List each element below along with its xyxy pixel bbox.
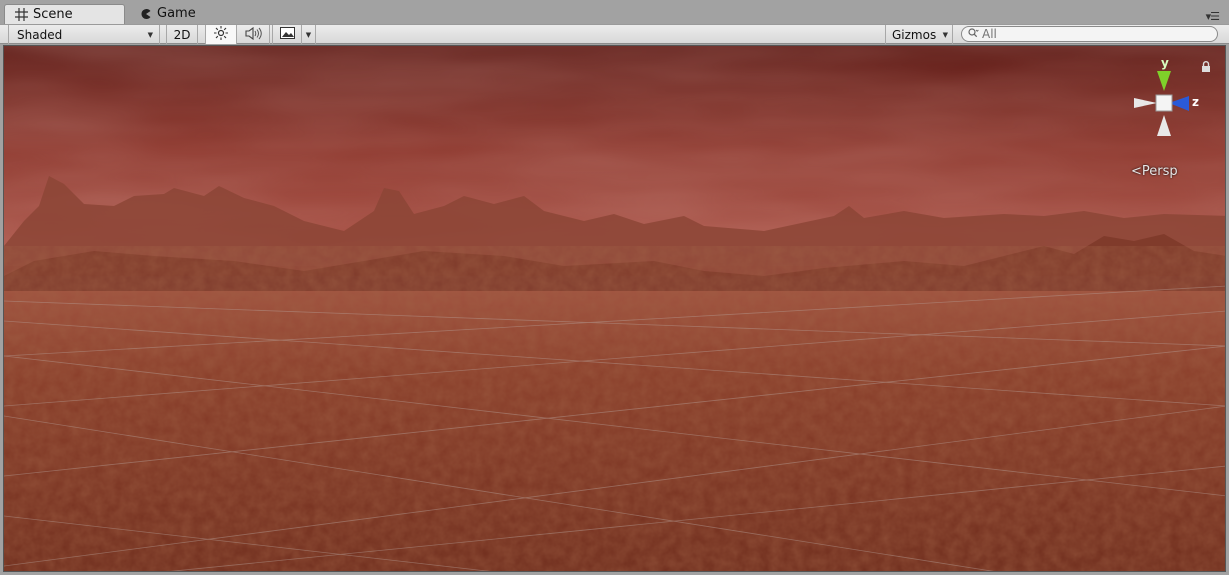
- dropdown-arrow-icon: ▼: [147, 30, 153, 39]
- tab-game[interactable]: Game: [130, 3, 230, 24]
- projection-label: Persp: [1141, 164, 1178, 179]
- pacman-icon: [140, 8, 152, 20]
- gizmos-label: Gizmos: [892, 27, 937, 42]
- tab-strip: Scene Game ▾☰: [0, 0, 1229, 24]
- toggle-2d-button[interactable]: 2D: [166, 25, 198, 44]
- draw-mode-dropdown[interactable]: Shaded ▼: [8, 25, 160, 44]
- x-axis-cone[interactable]: [1134, 98, 1157, 108]
- scene-toolbar: Shaded ▼ 2D ▼ Gizmos ▼: [0, 24, 1229, 44]
- projection-toggle[interactable]: <Persp: [1131, 164, 1178, 179]
- toggle-2d-label: 2D: [173, 27, 191, 42]
- panel-menu-icon[interactable]: ▾☰: [1206, 10, 1220, 23]
- gizmo-center-cube[interactable]: [1155, 94, 1173, 112]
- terrain-render: [4, 46, 1225, 571]
- scene-lighting-button[interactable]: [205, 25, 237, 44]
- dropdown-arrow-icon: ▼: [305, 30, 312, 39]
- draw-mode-label: Shaded: [17, 27, 63, 42]
- neg-y-axis-cone[interactable]: [1157, 115, 1171, 136]
- tab-game-label: Game: [157, 6, 196, 21]
- speaker-icon: [244, 26, 262, 43]
- scene-effects-button[interactable]: [272, 25, 302, 44]
- scene-audio-button[interactable]: [237, 25, 270, 44]
- y-axis-cone[interactable]: [1157, 71, 1171, 91]
- y-axis-label: y: [1161, 56, 1169, 70]
- scene-viewport[interactable]: y z <Persp: [3, 45, 1226, 572]
- search-field[interactable]: [961, 26, 1218, 42]
- grid-icon: [15, 8, 28, 21]
- dropdown-arrow-icon: ▼: [942, 30, 948, 39]
- search-input[interactable]: [979, 27, 1202, 41]
- z-axis-label: z: [1192, 95, 1199, 109]
- gizmos-dropdown[interactable]: Gizmos ▼: [885, 25, 953, 44]
- perspective-icon: <: [1131, 164, 1142, 179]
- tab-scene[interactable]: Scene: [4, 4, 125, 24]
- sun-icon: [214, 26, 228, 43]
- effects-dropdown-button[interactable]: ▼: [302, 25, 316, 44]
- search-icon: [968, 27, 979, 41]
- lock-icon[interactable]: [1201, 61, 1211, 75]
- image-icon: [279, 27, 295, 42]
- tab-scene-label: Scene: [33, 7, 73, 22]
